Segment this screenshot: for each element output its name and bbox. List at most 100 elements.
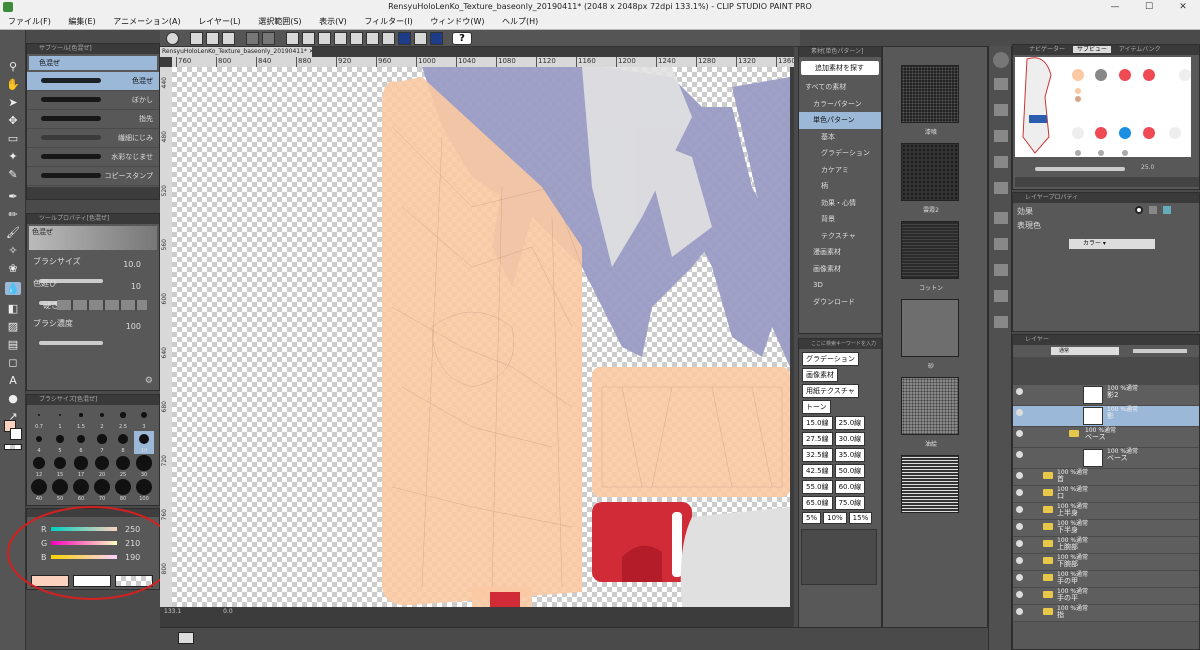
material-tree-item[interactable]: 画像素材	[799, 261, 881, 278]
maximize-button[interactable]: ☐	[1132, 0, 1166, 14]
layer-property-icon[interactable]	[994, 212, 1008, 224]
subview-image[interactable]	[1015, 57, 1191, 157]
crop-icon[interactable]	[366, 32, 379, 45]
tab-item-bank[interactable]: アイテムバンク	[1119, 46, 1161, 53]
zoom-readout[interactable]: 133.1	[160, 608, 181, 615]
brush-size-cell[interactable]: 25	[113, 455, 133, 478]
material-tree-item[interactable]: 効果・心情	[799, 195, 881, 212]
brush-size-value[interactable]: 10.0	[123, 260, 141, 269]
new-file-icon[interactable]	[190, 32, 203, 45]
history-icon[interactable]	[994, 182, 1008, 194]
info-icon[interactable]	[994, 156, 1008, 168]
brush-size-cell[interactable]: 20	[92, 455, 112, 478]
clear-icon[interactable]	[286, 32, 299, 45]
subtool-group-tab[interactable]: 色混ぜ	[29, 56, 157, 70]
balloon-icon[interactable]: ●	[5, 392, 21, 405]
hand-icon[interactable]: ✋	[5, 78, 21, 91]
brush-item[interactable]: ぼかし	[27, 91, 159, 110]
brush-size-cell[interactable]: 100	[134, 479, 154, 502]
brush-item[interactable]: 繊細にじみ	[27, 129, 159, 148]
density-slider[interactable]	[39, 341, 103, 345]
material-tree-item[interactable]: 背景	[799, 211, 881, 228]
transparent-color-swatch[interactable]	[4, 444, 22, 450]
menu-file[interactable]: ファイル(F)	[0, 17, 58, 26]
snap-perspective-icon[interactable]	[430, 32, 443, 45]
select-icon[interactable]: ▭	[5, 132, 21, 145]
material-tree-item[interactable]: 単色パターン	[799, 112, 881, 129]
object-icon[interactable]: ➤	[5, 96, 21, 109]
text-icon[interactable]: A	[5, 374, 21, 387]
deselect-icon[interactable]	[350, 32, 363, 45]
material-tag[interactable]: 10%	[823, 512, 847, 524]
material-tag[interactable]: 画像素材	[802, 368, 838, 382]
material-tag[interactable]: 用紙テクスチャ	[802, 384, 859, 398]
effect-border-icon[interactable]	[1135, 206, 1143, 214]
snap-ruler-icon[interactable]	[398, 32, 411, 45]
color-stretch-value[interactable]: 10	[131, 282, 141, 291]
close-button[interactable]: ✕	[1166, 0, 1200, 14]
material-tag[interactable]: トーン	[802, 400, 831, 414]
auto-action-icon[interactable]	[994, 290, 1008, 302]
layer-row[interactable]: 100 %通常影	[1013, 406, 1199, 427]
zoom-icon[interactable]: ⚲	[5, 60, 21, 73]
effect-color-icon[interactable]	[1163, 206, 1171, 214]
layer-row[interactable]: 100 %通常 手の平	[1013, 588, 1199, 605]
material-tag[interactable]: 65.0線	[802, 496, 833, 510]
material-tree-item[interactable]: ダウンロード	[799, 294, 881, 311]
brush-size-cell[interactable]: 5	[50, 431, 70, 454]
material-tag[interactable]: 15%	[848, 512, 873, 524]
material-thumb-item[interactable]: 油絵	[883, 359, 987, 448]
material-tag[interactable]: 15.0線	[802, 416, 833, 430]
material-tag[interactable]: 27.5線	[802, 432, 833, 446]
tool-settings-gear-icon[interactable]: ⚙	[145, 376, 153, 386]
density-value[interactable]: 100	[126, 322, 141, 331]
brush-size-cell[interactable]: 8	[113, 431, 133, 454]
minimize-button[interactable]: —	[1098, 0, 1132, 14]
eye-icon[interactable]	[1016, 574, 1023, 581]
sub-color-swatch[interactable]	[10, 428, 22, 440]
help-icon[interactable]: ?	[452, 32, 472, 45]
eye-icon[interactable]	[1016, 506, 1023, 513]
eye-icon[interactable]	[1016, 557, 1023, 564]
material-thumb-item[interactable]: 漆喰	[883, 47, 987, 136]
layer-row[interactable]: 100 %通常首	[1013, 469, 1199, 486]
brush-size-cell[interactable]: 17	[71, 455, 91, 478]
material-thumb-item[interactable]: コットン	[883, 203, 987, 292]
undo-icon[interactable]	[246, 32, 259, 45]
brush-item[interactable]: 水彩なじませ	[27, 148, 159, 167]
layer-row[interactable]: 100 %通常 ベース	[1013, 448, 1199, 469]
hardness-selector[interactable]	[57, 300, 147, 310]
material-tree-item[interactable]: 柄	[799, 178, 881, 195]
menu-window[interactable]: ウィンドウ(W)	[422, 17, 491, 26]
pen-icon[interactable]: ✒	[5, 190, 21, 203]
airbrush-icon[interactable]: ✧	[5, 244, 21, 257]
layer-row[interactable]: 100 %通常指	[1013, 605, 1199, 622]
brush-icon[interactable]: 🖌	[5, 226, 21, 239]
eye-icon[interactable]	[1016, 608, 1023, 615]
tab-navigator[interactable]: ナビゲーター	[1029, 46, 1065, 53]
search-icon[interactable]	[993, 52, 1009, 68]
menu-selection[interactable]: 選択範囲(S)	[250, 17, 308, 26]
document-tab[interactable]: RensyuHoloLenKo_Texture_baseonly_2019041…	[160, 47, 312, 57]
invert-selection-icon[interactable]	[382, 32, 395, 45]
layer-row[interactable]: 100 %通常 手の甲	[1013, 571, 1199, 588]
layer-row[interactable]: 100 %通常 下半身	[1013, 520, 1199, 537]
material-tree-item[interactable]: 3D	[799, 277, 881, 294]
tab-subview[interactable]: サブビュー	[1072, 46, 1111, 53]
transform-icon[interactable]	[334, 32, 347, 45]
material-tree-item[interactable]: 漫画素材	[799, 244, 881, 261]
brush-size-cell[interactable]: 15	[50, 455, 70, 478]
eye-icon[interactable]	[1016, 388, 1023, 395]
menu-layer[interactable]: レイヤー(L)	[190, 17, 247, 26]
eye-icon[interactable]	[1016, 409, 1023, 416]
material-tree-item[interactable]: すべての素材	[799, 79, 881, 96]
brush-item[interactable]: 色混ぜ	[27, 72, 159, 91]
layer-row[interactable]: 100 %通常口	[1013, 486, 1199, 503]
material-thumb-item[interactable]: 雲霞2	[883, 125, 987, 214]
material-tag[interactable]: 55.0線	[802, 480, 833, 494]
eye-icon[interactable]	[1016, 472, 1023, 479]
material-tree-item[interactable]: テクスチャ	[799, 228, 881, 245]
menu-filter[interactable]: フィルター(I)	[356, 17, 419, 26]
material-tag[interactable]: 60.0線	[834, 480, 866, 494]
eye-icon[interactable]	[1016, 430, 1023, 437]
